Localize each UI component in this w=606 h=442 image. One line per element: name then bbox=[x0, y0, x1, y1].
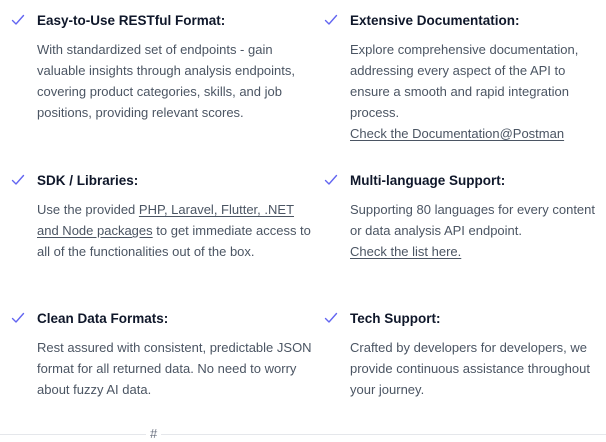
check-icon bbox=[324, 311, 338, 325]
feature-description: Supporting 80 languages for every conten… bbox=[350, 199, 606, 262]
feature-description: Crafted by developers for developers, we… bbox=[350, 340, 590, 397]
language-list-link[interactable]: Check the list here. bbox=[350, 241, 606, 262]
feature-title: Clean Data Formats: bbox=[37, 311, 169, 326]
feature-title: SDK / Libraries: bbox=[37, 173, 139, 188]
feature-tech-support: Tech Support: Crafted by developers for … bbox=[324, 310, 606, 400]
feature-description: With standardized set of endpoints - gai… bbox=[37, 42, 296, 120]
feature-restful-format: Easy-to-Use RESTful Format: With standar… bbox=[11, 12, 312, 123]
check-icon bbox=[11, 311, 25, 325]
feature-title: Extensive Documentation: bbox=[350, 13, 520, 28]
feature-description: Rest assured with consistent, predictabl… bbox=[37, 340, 312, 397]
feature-title: Easy-to-Use RESTful Format: bbox=[37, 13, 226, 28]
feature-clean-data-formats: Clean Data Formats: Rest assured with co… bbox=[11, 310, 312, 400]
check-icon bbox=[11, 173, 25, 187]
check-icon bbox=[324, 13, 338, 27]
check-icon bbox=[324, 173, 338, 187]
feature-documentation: Extensive Documentation: Explore compreh… bbox=[324, 12, 606, 144]
postman-documentation-link[interactable]: Check the Documentation@Postman bbox=[350, 123, 606, 144]
feature-description: Explore comprehensive documentation, add… bbox=[350, 39, 606, 144]
section-divider bbox=[0, 434, 606, 435]
feature-description: Use the provided PHP, Laravel, Flutter, … bbox=[37, 199, 312, 262]
feature-title: Multi-language Support: bbox=[350, 173, 506, 188]
feature-description-text: Explore comprehensive documentation, add… bbox=[350, 42, 579, 120]
feature-description-text: Supporting 80 languages for every conten… bbox=[350, 202, 596, 238]
feature-sdk-libraries: SDK / Libraries: Use the provided PHP, L… bbox=[11, 172, 312, 262]
feature-description-prefix: Use the provided bbox=[37, 202, 139, 217]
feature-multi-language: Multi-language Support: Supporting 80 la… bbox=[324, 172, 606, 262]
check-icon bbox=[11, 13, 25, 27]
feature-title: Tech Support: bbox=[350, 311, 441, 326]
